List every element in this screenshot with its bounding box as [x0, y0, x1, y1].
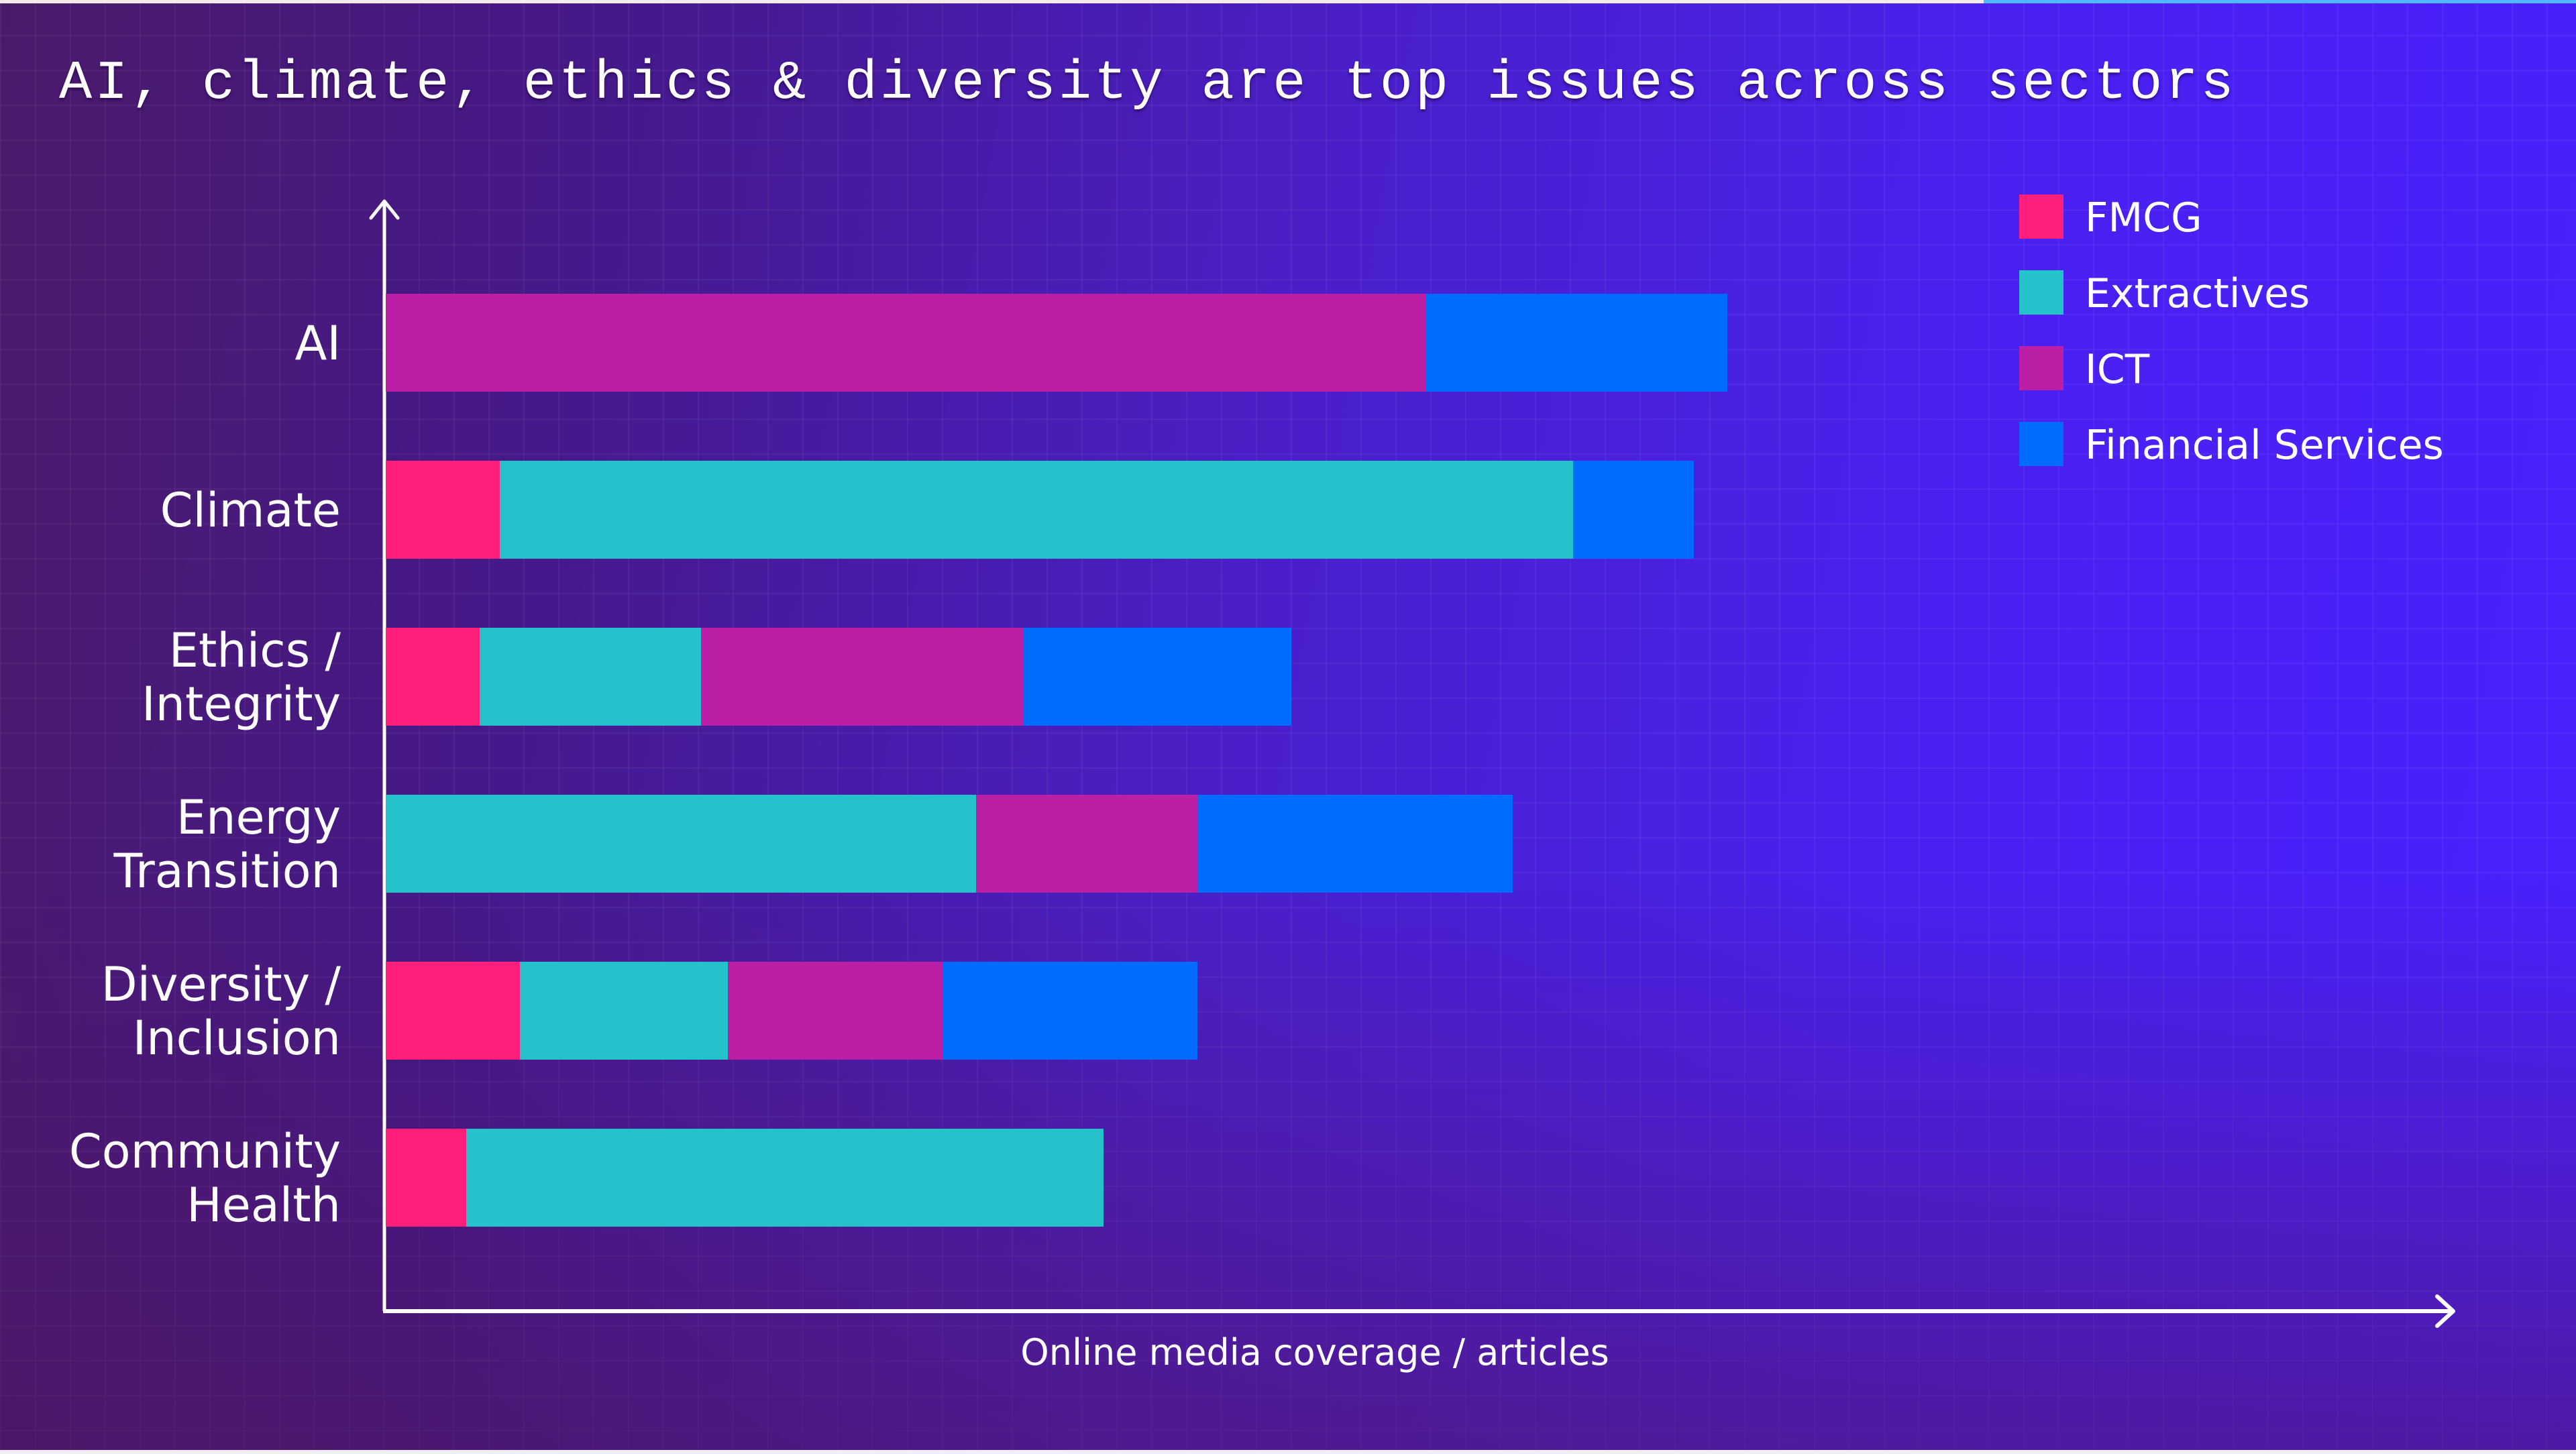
category-label-line: Diversity /: [101, 957, 341, 1012]
bar-segment-community-health-fmcg: [386, 1129, 466, 1227]
stacked-bar-chart: Online media coverage / articles AI Clima…: [69, 194, 2455, 1374]
legend-item-ict: ICT: [2019, 346, 2150, 393]
bar-segment-diversity-inclusion-ict: [728, 962, 943, 1060]
category-label-line: Health: [186, 1178, 341, 1233]
bar-segment-climate-financial-services: [1573, 461, 1694, 559]
legend-label-fmcg: FMCG: [2085, 194, 2202, 241]
bar-segment-community-health-extractives: [466, 1129, 1104, 1227]
category-label-ethics-integrity: Ethics / Integrity: [142, 623, 341, 732]
bar-segment-diversity-inclusion-extractives: [520, 962, 728, 1060]
category-label-energy-transition: Energy Transition: [113, 790, 341, 899]
legend-item-financial-services: Financial Services: [2019, 422, 2444, 469]
bar-segment-climate-extractives: [500, 461, 1573, 559]
legend-label-ict: ICT: [2085, 346, 2150, 393]
category-label-line: Ethics /: [169, 623, 341, 678]
bar-segment-energy-transition-ict: [976, 795, 1197, 893]
category-label-line: Integrity: [142, 677, 341, 732]
bar-segment-ethics-integrity-fmcg: [386, 628, 480, 726]
legend-item-fmcg: FMCG: [2019, 194, 2202, 241]
bar-segment-energy-transition-extractives: [386, 795, 976, 893]
category-label-diversity-inclusion: Diversity / Inclusion: [101, 957, 341, 1066]
bar-segment-ethics-integrity-financial-services: [1023, 628, 1291, 726]
category-label-climate: Climate: [160, 483, 341, 538]
legend-swatch-fmcg: [2019, 194, 2063, 239]
category-label-line: AI: [294, 316, 341, 371]
legend: FMCG Extractives ICT Financial Services: [2019, 194, 2444, 469]
legend-swatch-extractives: [2019, 270, 2063, 315]
legend-label-extractives: Extractives: [2085, 270, 2310, 317]
bar-segment-climate-fmcg: [386, 461, 500, 559]
legend-swatch-ict: [2019, 346, 2063, 390]
bars: [386, 294, 1727, 1227]
bar-segment-ai-ict: [386, 294, 1426, 392]
category-label-line: Inclusion: [133, 1011, 341, 1066]
category-label-ai: AI: [294, 316, 341, 371]
bar-segment-diversity-inclusion-fmcg: [386, 962, 520, 1060]
bar-segment-ethics-integrity-ict: [701, 628, 1023, 726]
bar-segment-diversity-inclusion-financial-services: [943, 962, 1197, 1060]
category-label-line: Community: [69, 1124, 341, 1179]
legend-swatch-financial-services: [2019, 422, 2063, 466]
category-label-line: Energy: [176, 790, 341, 845]
legend-item-extractives: Extractives: [2019, 270, 2310, 317]
category-label-line: Transition: [113, 844, 341, 899]
category-label-line: Climate: [160, 483, 341, 538]
x-axis-label: Online media coverage / articles: [1020, 1331, 1609, 1374]
bar-segment-ai-financial-services: [1426, 294, 1727, 392]
category-labels: AI Climate Ethics / Integrity Energy Transiti…: [69, 316, 341, 1233]
category-label-community-health: Community Health: [69, 1124, 341, 1233]
bar-segment-energy-transition-financial-services: [1197, 795, 1513, 893]
legend-label-financial-services: Financial Services: [2085, 422, 2444, 469]
bar-segment-ethics-integrity-extractives: [480, 628, 701, 726]
